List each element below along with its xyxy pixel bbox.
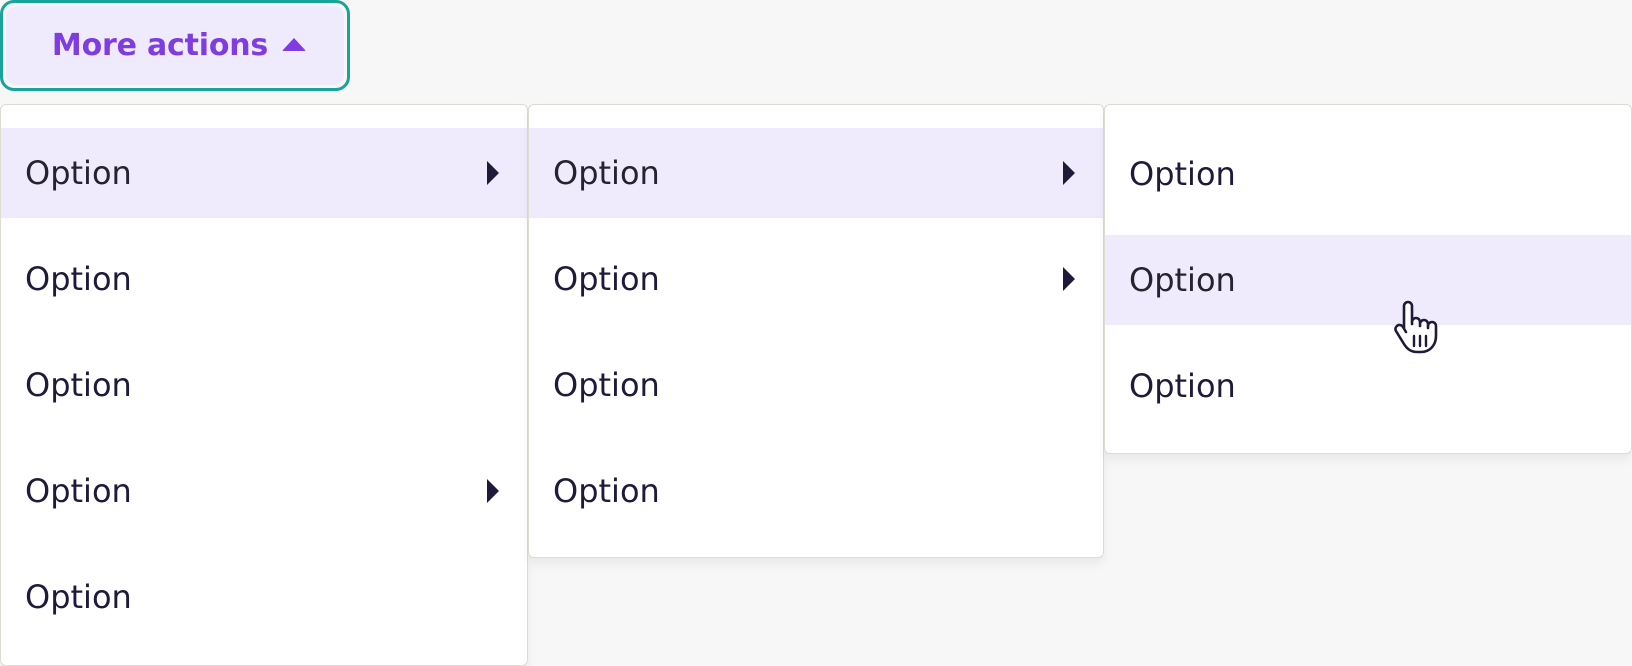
menu-1-item-3[interactable]: Option (1, 340, 527, 430)
submenu-arrow-icon (1063, 161, 1075, 185)
menu-item-label: Option (1129, 367, 1236, 405)
menu-1-item-5[interactable]: Option (1, 552, 527, 642)
more-actions-button[interactable]: More actions (6, 6, 344, 85)
menu-3-item-1[interactable]: Option (1105, 129, 1631, 219)
menu-item-label: Option (553, 260, 660, 298)
submenu-arrow-icon (487, 479, 499, 503)
more-actions-focus-ring: More actions (0, 0, 350, 91)
menu-2-item-3[interactable]: Option (529, 340, 1103, 430)
menu-item-label: Option (553, 366, 660, 404)
menu-3-item-2[interactable]: Option (1105, 235, 1631, 325)
menu-level-3: Option Option Option (1104, 104, 1632, 454)
menu-item-label: Option (1129, 261, 1236, 299)
menu-level-2: Option Option Option Option (528, 104, 1104, 558)
menu-item-label: Option (25, 472, 132, 510)
menu-item-label: Option (25, 366, 132, 404)
page: More actions Option Option Option Option… (0, 0, 1632, 666)
menu-item-label: Option (25, 260, 132, 298)
menu-2-item-2[interactable]: Option (529, 234, 1103, 324)
menu-2-item-1[interactable]: Option (529, 128, 1103, 218)
menu-item-label: Option (1129, 155, 1236, 193)
menu-item-label: Option (25, 578, 132, 616)
menu-item-label: Option (25, 154, 132, 192)
menu-2-item-4[interactable]: Option (529, 446, 1103, 536)
menu-1-item-2[interactable]: Option (1, 234, 527, 324)
menu-1-item-1[interactable]: Option (1, 128, 527, 218)
menu-3-item-3[interactable]: Option (1105, 341, 1631, 431)
menu-item-label: Option (553, 472, 660, 510)
more-actions-label: More actions (51, 28, 269, 63)
menu-1-item-4[interactable]: Option (1, 446, 527, 536)
submenu-arrow-icon (1063, 267, 1075, 291)
caret-up-icon (282, 38, 307, 51)
submenu-arrow-icon (487, 161, 499, 185)
menu-level-1: Option Option Option Option Option (0, 104, 528, 666)
menu-item-label: Option (553, 154, 660, 192)
